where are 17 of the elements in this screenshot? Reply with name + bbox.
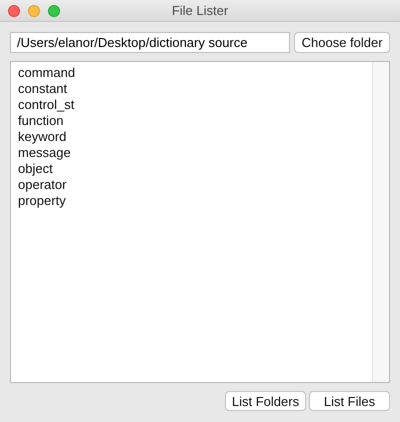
- list-files-button[interactable]: List Files: [309, 391, 390, 411]
- path-field[interactable]: /Users/elanor/Desktop/dictionary source: [10, 32, 290, 53]
- list-item[interactable]: constant: [18, 81, 365, 97]
- list-item[interactable]: property: [18, 193, 365, 209]
- list-item[interactable]: object: [18, 161, 365, 177]
- close-button[interactable]: [8, 5, 20, 17]
- choose-folder-button[interactable]: Choose folder: [294, 32, 390, 53]
- list-item[interactable]: operator: [18, 177, 365, 193]
- window-title: File Lister: [172, 3, 228, 18]
- zoom-button[interactable]: [48, 5, 60, 17]
- list-item[interactable]: command: [18, 65, 365, 81]
- list-item[interactable]: keyword: [18, 129, 365, 145]
- list-folders-button[interactable]: List Folders: [225, 391, 306, 411]
- list-item[interactable]: control_st: [18, 97, 365, 113]
- minimize-button[interactable]: [28, 5, 40, 17]
- list-item[interactable]: message: [18, 145, 365, 161]
- list-item[interactable]: function: [18, 113, 365, 129]
